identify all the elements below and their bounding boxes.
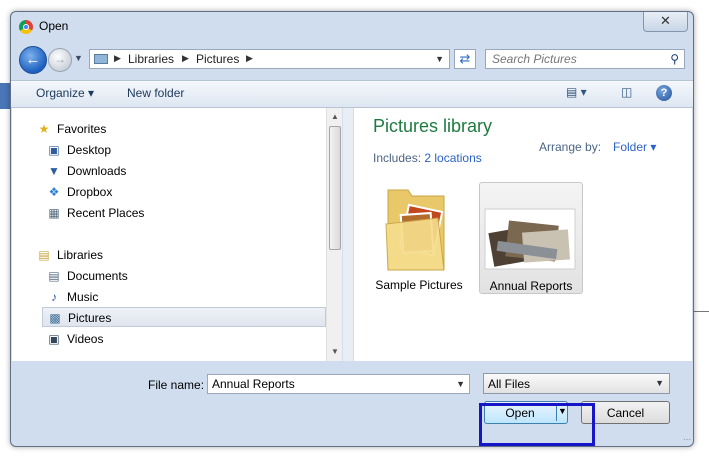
library-title: Pictures library — [373, 116, 493, 136]
reports-thumbnail-icon — [484, 208, 576, 270]
file-name-combobox[interactable]: ▼ — [207, 374, 470, 394]
file-name-input[interactable] — [212, 377, 442, 391]
nav-label: Music — [67, 290, 99, 304]
nav-libraries-header[interactable]: ▤ Libraries — [36, 245, 103, 265]
downloads-icon: ▼ — [48, 164, 60, 178]
scrollbar-thumb[interactable] — [329, 126, 341, 250]
recent-locations-dropdown[interactable]: ▼ — [74, 53, 83, 63]
breadcrumb-pictures[interactable]: Pictures — [196, 52, 239, 66]
desktop-icon: ▣ — [48, 143, 60, 157]
nav-label: Libraries — [57, 248, 104, 262]
resize-grip-icon[interactable]: ⋯ — [683, 435, 691, 444]
folder-icon — [385, 189, 445, 271]
nav-favorites-header[interactable]: ★ Favorites — [36, 119, 107, 139]
nav-label: Dropbox — [67, 185, 113, 199]
forward-button[interactable]: → — [48, 48, 72, 72]
close-button[interactable]: ✕ — [643, 12, 688, 32]
locations-link[interactable]: 2 locations — [424, 151, 481, 165]
arrange-by-dropdown[interactable]: Folder ▾ — [613, 140, 656, 154]
includes-label: Includes: — [373, 151, 422, 165]
navigation-scrollbar[interactable]: ▲ ▼ — [326, 108, 342, 361]
help-icon[interactable]: ? — [656, 85, 672, 101]
chevron-right-icon[interactable]: ▶ — [114, 53, 121, 64]
back-button[interactable]: ← — [19, 46, 47, 74]
search-box[interactable]: ⚲ — [485, 49, 685, 69]
scroll-up-icon[interactable]: ▲ — [331, 112, 339, 121]
videos-icon: ▣ — [48, 332, 60, 346]
view-options-icon[interactable]: ▤ ▾ — [566, 85, 587, 99]
organize-label: Organize — [36, 86, 85, 100]
nav-label: Videos — [67, 332, 104, 346]
dropbox-icon: ❖ — [48, 185, 60, 199]
arrange-by-label: Arrange by: — [539, 140, 602, 154]
folder-label: Sample Pictures — [375, 278, 463, 292]
chevron-down-icon: ▼ — [655, 378, 664, 388]
new-folder-button[interactable]: New folder — [127, 86, 184, 100]
close-icon: ✕ — [660, 13, 671, 28]
documents-icon: ▤ — [48, 269, 60, 283]
file-type-value: All Files — [488, 377, 531, 391]
command-toolbar: Organize ▾ New folder ▤ ▾ ◫ ? — [11, 80, 693, 108]
organize-button[interactable]: Organize ▾ — [36, 86, 94, 100]
star-icon: ★ — [38, 122, 50, 136]
folder-annual-reports[interactable]: Annual Reports — [479, 182, 583, 294]
chrome-icon — [19, 20, 33, 34]
pane-splitter[interactable] — [343, 108, 353, 361]
arrange-by-value: Folder — [613, 140, 648, 154]
search-icon[interactable]: ⚲ — [670, 52, 679, 66]
folder-icon — [94, 54, 108, 64]
nav-item-documents[interactable]: ▤ Documents — [46, 266, 128, 286]
preview-pane-icon[interactable]: ◫ — [621, 85, 632, 99]
chevron-right-icon[interactable]: ▶ — [182, 53, 189, 64]
nav-item-videos[interactable]: ▣ Videos — [46, 329, 103, 349]
pictures-icon: ▩ — [49, 311, 61, 325]
nav-item-dropbox[interactable]: ❖ Dropbox — [46, 182, 113, 202]
chevron-right-icon[interactable]: ▶ — [246, 53, 253, 64]
nav-item-desktop[interactable]: ▣ Desktop — [46, 140, 111, 160]
nav-label: Desktop — [67, 143, 112, 157]
refresh-icon: ⇄ — [459, 51, 471, 66]
folder-sample-pictures[interactable]: Sample Pictures — [367, 182, 471, 294]
nav-item-music[interactable]: ♪ Music — [46, 287, 98, 307]
nav-item-recent-places[interactable]: ▦ Recent Places — [46, 203, 144, 223]
arrow-right-icon: → — [54, 52, 66, 66]
navigation-pane: ★ Favorites ▣ Desktop ▼ Downloads ❖ Dropbox … — [12, 108, 343, 361]
nav-item-pictures[interactable]: ▩ Pictures — [42, 307, 326, 327]
breadcrumb-libraries[interactable]: Libraries — [128, 52, 174, 66]
file-name-label: File name: — [148, 378, 205, 392]
scroll-down-icon[interactable]: ▼ — [331, 347, 339, 356]
music-icon: ♪ — [51, 290, 57, 304]
recent-places-icon: ▦ — [48, 206, 60, 220]
nav-item-downloads[interactable]: ▼ Downloads — [46, 161, 126, 181]
nav-label: Pictures — [68, 311, 112, 325]
refresh-button[interactable]: ⇄ — [454, 49, 476, 69]
chevron-down-icon[interactable]: ▼ — [435, 54, 444, 64]
search-input[interactable] — [492, 52, 652, 66]
content-pane: Pictures library Includes: 2 locations A… — [354, 108, 692, 361]
open-file-dialog: Open ✕ ← → ▼ ▶ Libraries ▶ Pictures ▶ ▼ … — [10, 11, 694, 447]
nav-label: Recent Places — [67, 206, 145, 220]
nav-label: Downloads — [67, 164, 127, 178]
library-icon: ▤ — [38, 248, 50, 262]
folder-label: Annual Reports — [489, 279, 573, 293]
address-bar[interactable]: ▶ Libraries ▶ Pictures ▶ ▼ — [89, 49, 450, 69]
file-type-filter[interactable]: All Files ▼ — [483, 373, 670, 394]
nav-label: Favorites — [57, 122, 107, 136]
nav-label: Documents — [67, 269, 128, 283]
title-bar: Open ✕ — [11, 12, 693, 40]
arrow-left-icon: ← — [25, 51, 41, 68]
window-title: Open — [39, 19, 69, 33]
chevron-down-icon[interactable]: ▼ — [456, 379, 465, 389]
includes-text: Includes: 2 locations — [373, 151, 482, 165]
highlight-box — [479, 403, 595, 446]
